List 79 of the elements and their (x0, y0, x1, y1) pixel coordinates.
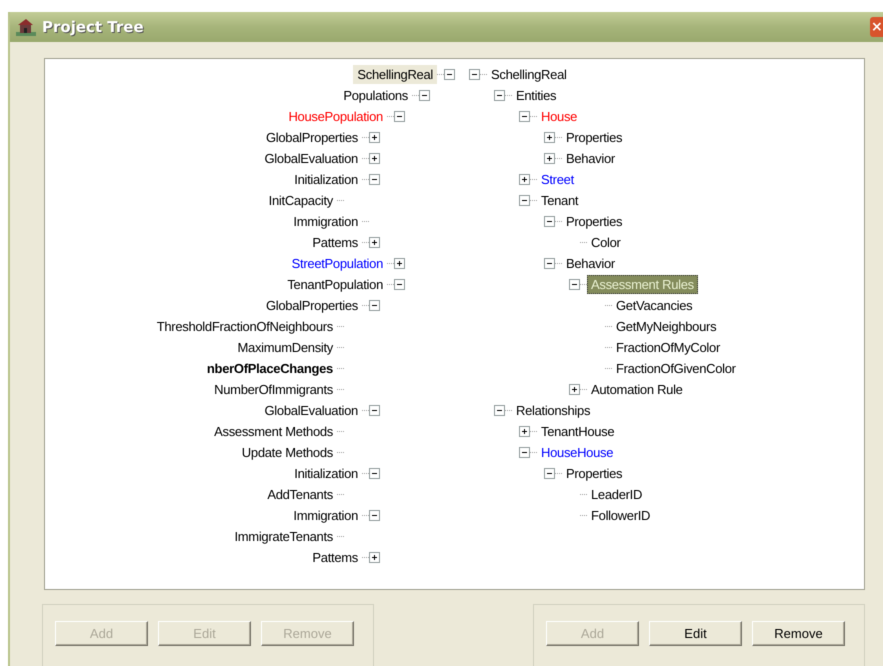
expand-icon[interactable] (369, 237, 380, 248)
tree-item[interactable]: StreetPopulation (288, 254, 387, 273)
close-button[interactable]: × (870, 17, 883, 37)
edit-button[interactable]: Edit (649, 621, 742, 646)
tree-item[interactable]: Properties (562, 464, 626, 483)
collapse-icon[interactable] (444, 69, 455, 80)
tree-item[interactable]: FractionOfMyColor (612, 338, 724, 357)
expand-icon[interactable] (519, 426, 530, 437)
tree-item[interactable]: nberOfPlaceChanges (202, 359, 337, 378)
expand-icon[interactable] (544, 132, 555, 143)
tree-item[interactable]: TenantHouse (537, 422, 618, 441)
collapse-icon[interactable] (519, 195, 530, 206)
collapse-icon[interactable] (394, 111, 405, 122)
tree-item[interactable]: Behavior (562, 149, 619, 168)
tree-item[interactable]: LeaderID (587, 485, 646, 504)
tree-item[interactable]: InitCapacity (264, 191, 337, 210)
expand-icon[interactable] (369, 132, 380, 143)
collapse-icon[interactable] (544, 258, 555, 269)
expand-icon[interactable] (569, 384, 580, 395)
tree-item[interactable]: GlobalProperties (262, 296, 362, 315)
collapse-icon[interactable] (369, 300, 380, 311)
collapse-icon[interactable] (519, 447, 530, 458)
tree-item[interactable]: FollowerID (587, 506, 654, 525)
tree-item[interactable]: GlobalEvaluation (260, 149, 362, 168)
tree-item[interactable]: Color (587, 233, 625, 252)
tree-item[interactable]: House (537, 107, 582, 126)
tree-item[interactable]: Pattems (308, 233, 362, 252)
collapse-icon[interactable] (369, 468, 380, 479)
tree-item[interactable]: Assessment Methods (210, 422, 337, 441)
app-icon (16, 18, 36, 36)
expand-icon[interactable] (519, 174, 530, 185)
tree-item[interactable]: MaximumDensity (234, 338, 337, 357)
tree-item[interactable]: FractionOfGivenColor (612, 359, 740, 378)
collapse-icon[interactable] (394, 279, 405, 290)
tree-item[interactable]: Automation Rule (587, 380, 687, 399)
tree-item[interactable]: HouseHouse (537, 443, 618, 462)
tree-item[interactable]: Properties (562, 212, 626, 231)
tree-item[interactable]: Pattems (308, 548, 362, 567)
collapse-icon[interactable] (369, 405, 380, 416)
tree-item[interactable]: GetMyNeighbours (612, 317, 720, 336)
tree-item[interactable]: Update Methods (238, 443, 337, 462)
tree-item[interactable]: GlobalEvaluation (260, 401, 362, 420)
tree-item[interactable]: AddTenants (263, 485, 337, 504)
collapse-icon[interactable] (569, 279, 580, 290)
tree-item[interactable]: Relationships (512, 401, 594, 420)
collapse-icon[interactable] (544, 468, 555, 479)
collapse-icon[interactable] (494, 90, 505, 101)
tree-item[interactable]: Street (537, 170, 578, 189)
tree-item[interactable]: Populations (339, 86, 412, 105)
tree-item[interactable]: ThresholdFractionOfNeighbours (152, 317, 337, 336)
collapse-icon[interactable] (369, 174, 380, 185)
tree-item[interactable]: Initialization (290, 170, 362, 189)
tree-item[interactable]: Initialization (290, 464, 362, 483)
tree-item[interactable]: Behavior (562, 254, 619, 273)
tree-item[interactable]: SchellingReal (353, 65, 437, 84)
tree-item[interactable]: GlobalProperties (262, 128, 362, 147)
tree-item[interactable]: HousePopulation (284, 107, 387, 126)
expand-icon[interactable] (394, 258, 405, 269)
remove-button[interactable]: Remove (752, 621, 845, 646)
tree-item[interactable]: NumberOfImmigrants (210, 380, 337, 399)
collapse-icon[interactable] (469, 69, 480, 80)
tree-item[interactable]: Tenant (537, 191, 582, 210)
tree-item[interactable]: Properties (562, 128, 626, 147)
tree-item[interactable]: Immigration (289, 212, 362, 231)
tree-item[interactable]: SchellingReal (487, 65, 571, 84)
collapse-icon[interactable] (419, 90, 430, 101)
collapse-icon[interactable] (544, 216, 555, 227)
expand-icon[interactable] (369, 552, 380, 563)
tree-item[interactable]: Immigration (289, 506, 362, 525)
collapse-icon[interactable] (369, 510, 380, 521)
tree-item[interactable]: ImmigrateTenants (230, 527, 337, 546)
tree-item[interactable]: TenantPopulation (283, 275, 387, 294)
window-title: Project Tree (42, 18, 145, 36)
collapse-icon[interactable] (519, 111, 530, 122)
expand-icon[interactable] (369, 153, 380, 164)
tree-item[interactable]: Entities (512, 86, 560, 105)
collapse-icon[interactable] (494, 405, 505, 416)
expand-icon[interactable] (544, 153, 555, 164)
tree-item[interactable]: GetVacancies (612, 296, 696, 315)
